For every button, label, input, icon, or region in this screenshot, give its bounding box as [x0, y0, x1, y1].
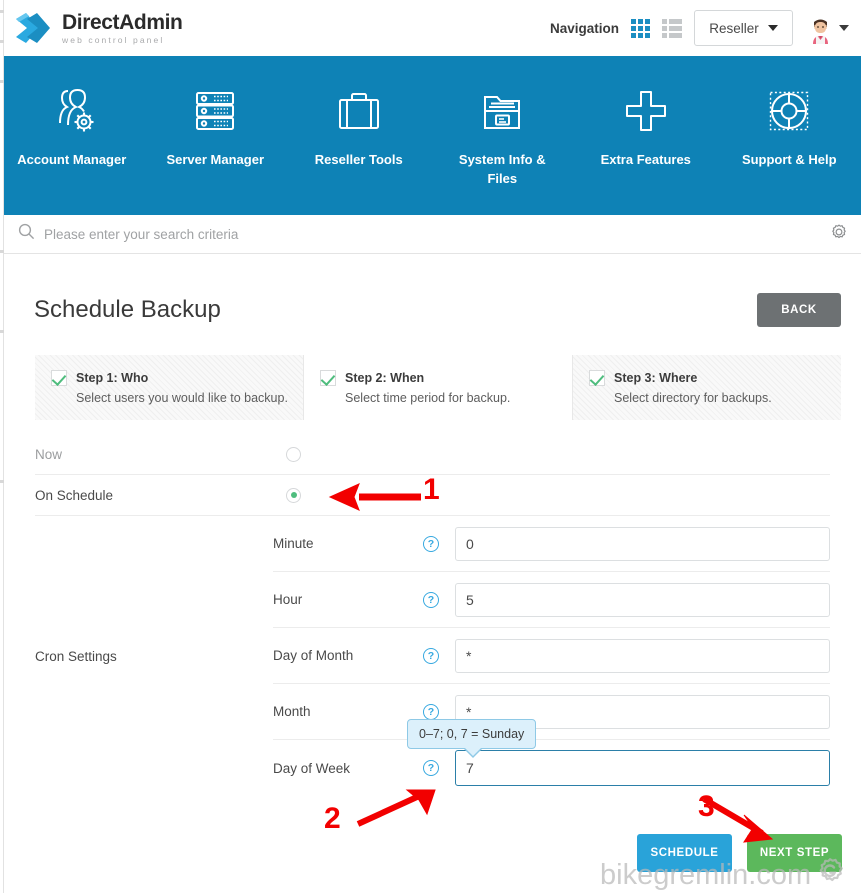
chevron-down-icon: [767, 25, 778, 31]
search-input[interactable]: [44, 226, 830, 242]
nav-item-label: Reseller Tools: [314, 152, 403, 167]
step-3-where[interactable]: Step 3: Where Select directory for backu…: [572, 355, 841, 420]
nav-item-label: Server Manager: [166, 152, 265, 167]
chevron-double-right-logo-icon: [14, 10, 54, 46]
folder-files-icon: [478, 84, 526, 138]
nav-item-label: Account Manager: [17, 152, 127, 167]
schedule-button[interactable]: SCHEDULE: [637, 834, 732, 872]
on-schedule-radio[interactable]: [286, 487, 301, 503]
on-schedule-label: On Schedule: [35, 487, 114, 503]
month-help-icon[interactable]: ?: [423, 703, 439, 720]
nav-item-label: Extra Features: [600, 152, 691, 167]
page-title: Schedule Backup: [34, 296, 221, 323]
user-avatar-menu[interactable]: [805, 12, 849, 44]
nav-item-label: Support & Help: [741, 152, 837, 167]
schedule-mode-form: Now On Schedule: [35, 434, 830, 516]
gear-icon[interactable]: [830, 223, 848, 246]
brand-logo[interactable]: DirectAdmin web control panel: [14, 10, 183, 46]
brand-subtitle: web control panel: [62, 34, 165, 45]
now-label: Now: [35, 446, 63, 462]
cron-label: Minute: [273, 536, 314, 551]
hour-help-icon[interactable]: ?: [423, 591, 439, 608]
nav-item-support-help[interactable]: Support & Help: [718, 84, 861, 215]
cron-row-day-of-month: Day of Month ?: [273, 628, 830, 684]
cron-row-month: Month ?: [273, 684, 830, 740]
brand-title-bold: Direct: [62, 10, 120, 34]
nav-item-extra-features[interactable]: Extra Features: [574, 84, 718, 215]
step-indicator: Step 1: Who Select users you would like …: [35, 355, 841, 420]
row-on-schedule: On Schedule: [35, 475, 830, 516]
step-description: Select directory for backups.: [614, 391, 772, 405]
check-icon: [320, 370, 336, 386]
hour-input[interactable]: [455, 582, 830, 617]
cron-row-hour: Hour ?: [273, 572, 830, 628]
nav-item-server-manager[interactable]: Server Manager: [144, 84, 288, 215]
grid-view-icon[interactable]: [631, 18, 650, 38]
day-of-week-help-icon[interactable]: ?: [423, 760, 439, 776]
plus-icon: [622, 84, 670, 138]
step-description: Select users you would like to backup.: [76, 391, 288, 405]
back-button[interactable]: BACK: [757, 293, 841, 327]
step-description: Select time period for backup.: [345, 391, 511, 405]
cron-row-day-of-week: Day of Week ?: [273, 740, 830, 796]
next-step-button[interactable]: NEXT STEP: [747, 834, 842, 872]
annotation-number-2: 2: [324, 802, 341, 835]
life-ring-icon: [765, 84, 813, 138]
day-of-week-tooltip: 0–7; 0, 7 = Sunday: [407, 719, 537, 758]
now-radio[interactable]: [286, 446, 301, 462]
nav-item-system-info-files[interactable]: System Info & Files: [431, 84, 575, 215]
users-gear-icon: [46, 84, 98, 138]
main-navigation-bar: Account Manager Server Manager Reseller …: [0, 56, 861, 215]
cron-label: Day of Week: [273, 760, 351, 776]
day-of-week-input[interactable]: [455, 750, 830, 786]
navigation-label: Navigation: [549, 20, 619, 36]
list-view-icon[interactable]: [662, 18, 682, 38]
cron-settings-label: Cron Settings: [35, 648, 117, 664]
nav-item-account-manager[interactable]: Account Manager: [0, 84, 144, 215]
top-header: DirectAdmin web control panel Navigation…: [0, 0, 861, 56]
role-selector-label: Reseller: [709, 20, 759, 36]
step-title: Step 3: Where: [614, 371, 698, 385]
minute-help-icon[interactable]: ?: [423, 535, 439, 552]
search-icon: [18, 223, 35, 245]
row-now: Now: [35, 434, 830, 475]
server-rack-icon: [191, 84, 239, 138]
nav-item-label: System Info & Files: [458, 152, 546, 186]
minute-input[interactable]: [455, 526, 830, 561]
check-icon: [51, 370, 67, 386]
brand-title-light: Admin: [119, 10, 183, 34]
chevron-down-icon: [839, 25, 849, 31]
cron-label: Day of Month: [273, 648, 354, 663]
cron-settings-section: Cron Settings Minute ? Hour ? Day of Mon…: [35, 516, 830, 796]
directadmin-page: DirectAdmin web control panel Navigation…: [0, 0, 861, 893]
day-of-month-help-icon[interactable]: ?: [423, 647, 439, 664]
check-icon: [589, 370, 605, 386]
step-title: Step 2: When: [345, 371, 425, 385]
cron-label: Hour: [273, 592, 303, 607]
search-bar: [4, 215, 861, 254]
step-1-who[interactable]: Step 1: Who Select users you would like …: [35, 355, 303, 420]
cron-label: Month: [273, 704, 311, 719]
nav-item-reseller-tools[interactable]: Reseller Tools: [287, 84, 431, 215]
left-edge-strip: [0, 0, 4, 893]
main-content: Schedule Backup BACK Step 1: Who Select …: [4, 255, 861, 796]
step-title: Step 1: Who: [76, 371, 149, 385]
role-selector-button[interactable]: Reseller: [694, 10, 793, 46]
page-header: Schedule Backup BACK: [4, 255, 861, 327]
briefcase-icon: [335, 84, 383, 138]
avatar: [805, 12, 836, 44]
cron-row-minute: Minute ?: [273, 516, 830, 572]
step-2-when[interactable]: Step 2: When Select time period for back…: [303, 355, 572, 420]
day-of-month-input[interactable]: [455, 638, 830, 673]
